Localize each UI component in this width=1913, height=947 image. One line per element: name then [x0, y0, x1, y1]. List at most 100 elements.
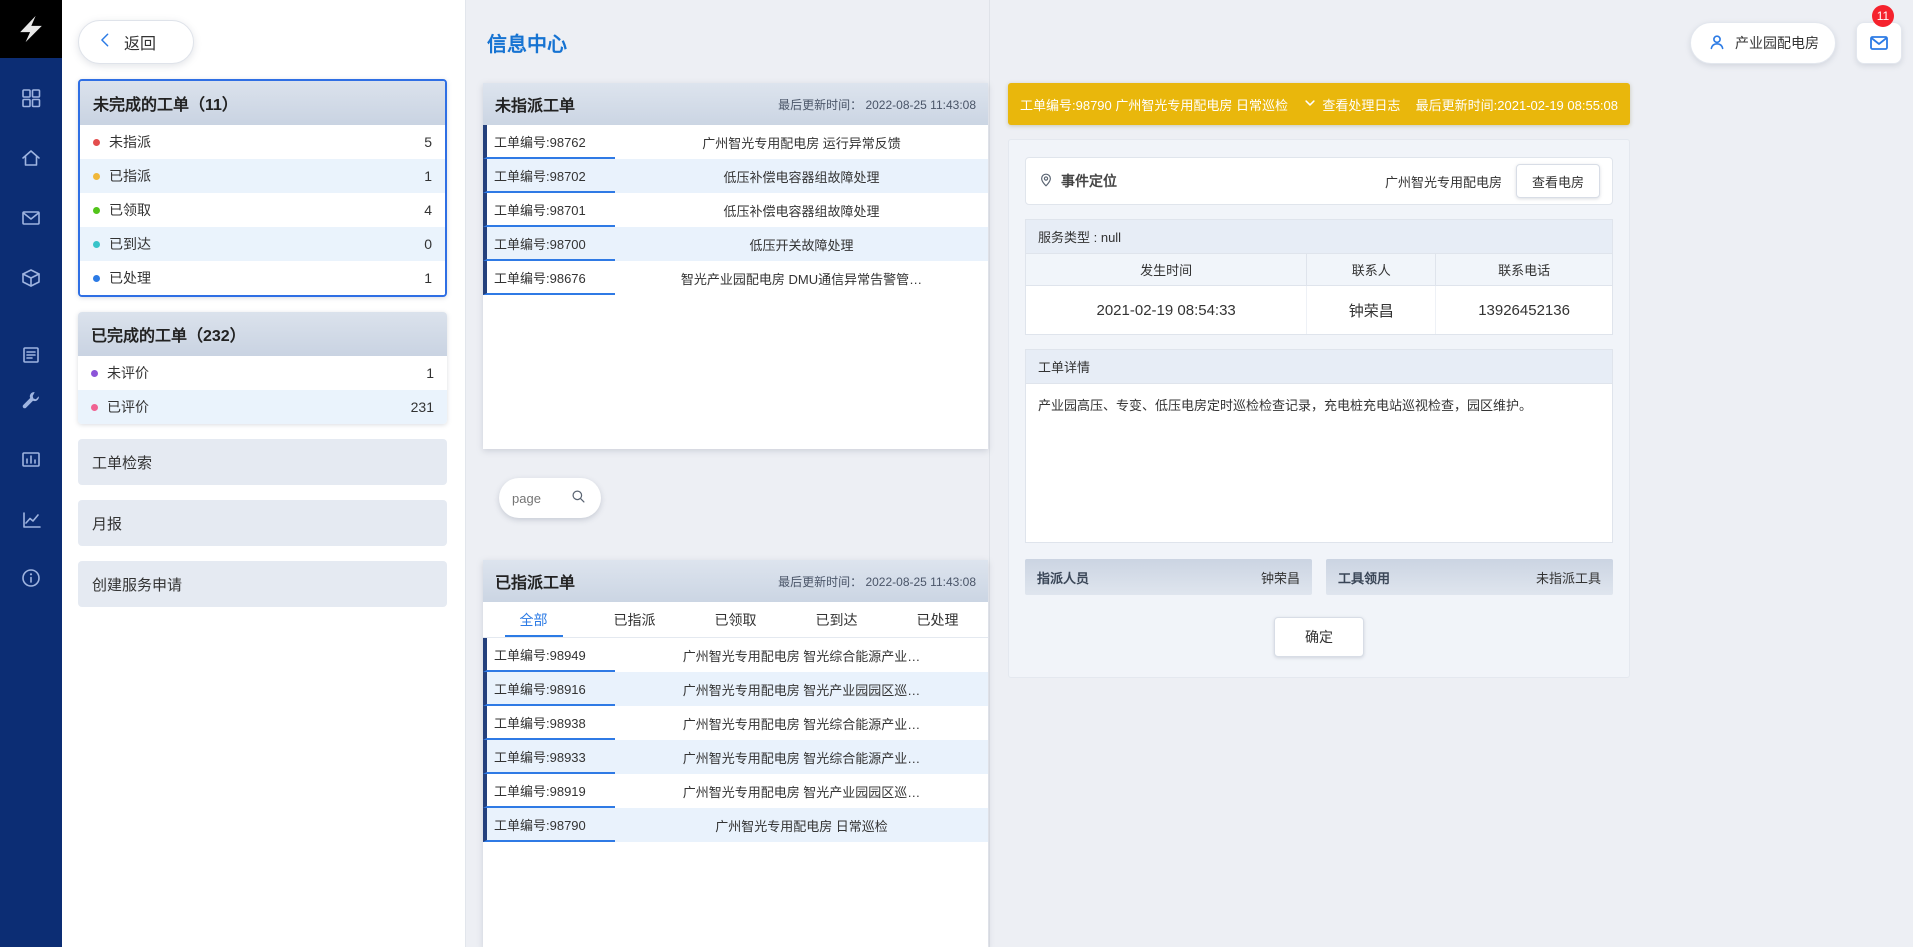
work-order-id: 工单编号:98919: [483, 774, 615, 808]
tools-bar: 工具领用 未指派工具: [1326, 559, 1613, 595]
assigned-rows: 工单编号:98949 广州智光专用配电房 智光综合能源产业… 工单编号:9891…: [483, 638, 988, 842]
assigned-panel: 已指派工单 最后更新时间： 2022-08-25 11:43:08 全部 已指派…: [483, 560, 988, 947]
left-panel: 返回 未完成的工单（11） 未指派 5 已指派 1 已领取 4 已到达 0 已处…: [62, 0, 466, 947]
status-count: 1: [426, 365, 434, 381]
status-row-claimed[interactable]: 已领取 4: [80, 193, 445, 227]
assignee-value: 钟荣昌: [1261, 568, 1300, 587]
dashboard-icon[interactable]: [0, 78, 62, 118]
col-occurred-time: 发生时间: [1026, 254, 1307, 286]
chart-bar-icon[interactable]: [0, 440, 62, 480]
unfinished-title: 未完成的工单（11）: [80, 81, 445, 125]
status-count: 1: [424, 168, 432, 184]
contact-table-row: 2021-02-19 08:54:33 钟荣昌 13926452136: [1026, 286, 1612, 334]
status-label: 已到达: [109, 234, 151, 254]
tab-all[interactable]: 全部: [483, 602, 584, 637]
status-row-processed[interactable]: 已处理 1: [80, 261, 445, 295]
detail-header-bar: 工单编号:98790 广州智光专用配电房 日常巡检 查看处理日志 最后更新时间:…: [1008, 83, 1630, 125]
page-search[interactable]: [499, 478, 601, 518]
status-count: 5: [424, 134, 432, 150]
work-order-row[interactable]: 工单编号:98762 广州智光专用配电房 运行异常反馈: [483, 125, 988, 159]
work-order-row[interactable]: 工单编号:98676 智光产业园配电房 DMU通信异常告警管…: [483, 261, 988, 295]
unassigned-panel-title: 未指派工单: [495, 92, 575, 116]
tab-assigned[interactable]: 已指派: [584, 602, 685, 637]
assigned-last-updated: 最后更新时间： 2022-08-25 11:43:08: [778, 573, 976, 590]
search-icon[interactable]: [570, 488, 587, 508]
page-search-input[interactable]: [512, 491, 564, 506]
status-label: 已处理: [109, 268, 151, 288]
assignee-label: 指派人员: [1037, 568, 1089, 587]
work-order-row[interactable]: 工单编号:98916 广州智光专用配电房 智光产业园园区巡…: [483, 672, 988, 706]
unassigned-panel-header: 未指派工单 最后更新时间： 2022-08-25 11:43:08: [483, 83, 988, 125]
view-power-room-button[interactable]: 查看电房: [1516, 164, 1600, 198]
confirm-button[interactable]: 确定: [1274, 617, 1364, 657]
tab-arrived[interactable]: 已到达: [786, 602, 887, 637]
status-count: 0: [424, 236, 432, 252]
chart-line-icon[interactable]: [0, 500, 62, 540]
work-order-row[interactable]: 工单编号:98949 广州智光专用配电房 智光综合能源产业…: [483, 638, 988, 672]
mail-button[interactable]: [1856, 22, 1902, 64]
work-order-desc: 智光产业园配电房 DMU通信异常告警管…: [615, 261, 988, 295]
assignee-bar: 指派人员 钟荣昌: [1025, 559, 1312, 595]
link-work-order-search[interactable]: 工单检索: [78, 439, 447, 485]
link-monthly-report[interactable]: 月报: [78, 500, 447, 546]
status-label: 已领取: [109, 200, 151, 220]
tab-processed[interactable]: 已处理: [887, 602, 988, 637]
work-order-details-text: 产业园高压、专变、低压电房定时巡检检查记录，充电桩充电站巡视检查，园区维护。: [1026, 384, 1612, 542]
user-icon: [1707, 32, 1727, 55]
status-label: 已指派: [109, 166, 151, 186]
status-count: 4: [424, 202, 432, 218]
view-log-link[interactable]: 查看处理日志: [1303, 95, 1400, 114]
back-label: 返回: [124, 30, 156, 54]
status-row-arrived[interactable]: 已到达 0: [80, 227, 445, 261]
assigned-tabs: 全部 已指派 已领取 已到达 已处理: [483, 602, 988, 638]
list-icon[interactable]: [0, 335, 62, 375]
mail-rail-icon[interactable]: [0, 198, 62, 238]
work-order-row[interactable]: 工单编号:98919 广州智光专用配电房 智光产业园园区巡…: [483, 774, 988, 808]
home-icon[interactable]: [0, 138, 62, 178]
work-order-row[interactable]: 工单编号:98938 广州智光专用配电房 智光综合能源产业…: [483, 706, 988, 740]
contact-phone: 13926452136: [1436, 286, 1612, 334]
unassigned-last-updated: 最后更新时间： 2022-08-25 11:43:08: [778, 96, 976, 113]
middle-column: 未指派工单 最后更新时间： 2022-08-25 11:43:08 工单编号:9…: [483, 83, 988, 947]
location-pin-icon: [1038, 172, 1054, 191]
status-row-assigned[interactable]: 已指派 1: [80, 159, 445, 193]
contact-table-header: 发生时间 联系人 联系电话: [1026, 254, 1612, 286]
event-location-row: 事件定位 广州智光专用配电房 查看电房: [1025, 157, 1613, 205]
chevron-left-icon: [97, 31, 115, 54]
work-order-desc: 广州智光专用配电房 智光产业园园区巡…: [615, 774, 988, 808]
detail-card: 事件定位 广州智光专用配电房 查看电房 服务类型 : null 发生时间 联系人…: [1008, 139, 1630, 678]
status-row-unassigned[interactable]: 未指派 5: [80, 125, 445, 159]
work-order-desc: 广州智光专用配电房 智光综合能源产业…: [615, 740, 988, 774]
work-order-id: 工单编号:98701: [483, 193, 615, 227]
back-button[interactable]: 返回: [78, 20, 194, 64]
status-row-unrated[interactable]: 未评价 1: [78, 356, 447, 390]
app-logo[interactable]: [0, 0, 62, 58]
status-count: 231: [411, 399, 434, 415]
work-order-row[interactable]: 工单编号:98933 广州智光专用配电房 智光综合能源产业…: [483, 740, 988, 774]
status-dot: [91, 370, 98, 377]
work-order-row[interactable]: 工单编号:98702 低压补偿电容器组故障处理: [483, 159, 988, 193]
user-account-button[interactable]: 产业园配电房: [1690, 22, 1836, 64]
event-location-value: 广州智光专用配电房: [1385, 172, 1502, 191]
status-dot: [93, 173, 100, 180]
chevron-down-icon: [1303, 96, 1317, 113]
work-order-row[interactable]: 工单编号:98701 低压补偿电容器组故障处理: [483, 193, 988, 227]
work-order-row[interactable]: 工单编号:98700 低压开关故障处理: [483, 227, 988, 261]
finished-title: 已完成的工单（232）: [78, 312, 447, 356]
link-create-service-request[interactable]: 创建服务申请: [78, 561, 447, 607]
col-contact-name: 联系人: [1307, 254, 1436, 286]
user-name: 产业园配电房: [1735, 33, 1819, 53]
tab-claimed[interactable]: 已领取: [685, 602, 786, 637]
detail-column: 工单编号:98790 广州智光专用配电房 日常巡检 查看处理日志 最后更新时间:…: [1008, 83, 1630, 678]
info-icon[interactable]: [0, 558, 62, 598]
mail-badge: 11: [1872, 5, 1894, 27]
work-order-row-selected[interactable]: 工单编号:98790 广州智光专用配电房 日常巡检: [483, 808, 988, 842]
package-icon[interactable]: [0, 258, 62, 298]
tools-value: 未指派工具: [1536, 568, 1601, 587]
assignment-bars: 指派人员 钟荣昌 工具领用 未指派工具: [1025, 559, 1613, 595]
col-contact-phone: 联系电话: [1436, 254, 1612, 286]
wrench-icon[interactable]: [0, 380, 62, 420]
status-row-rated[interactable]: 已评价 231: [78, 390, 447, 424]
work-order-id: 工单编号:98933: [483, 740, 615, 774]
work-order-desc: 广州智光专用配电房 智光产业园园区巡…: [615, 672, 988, 706]
